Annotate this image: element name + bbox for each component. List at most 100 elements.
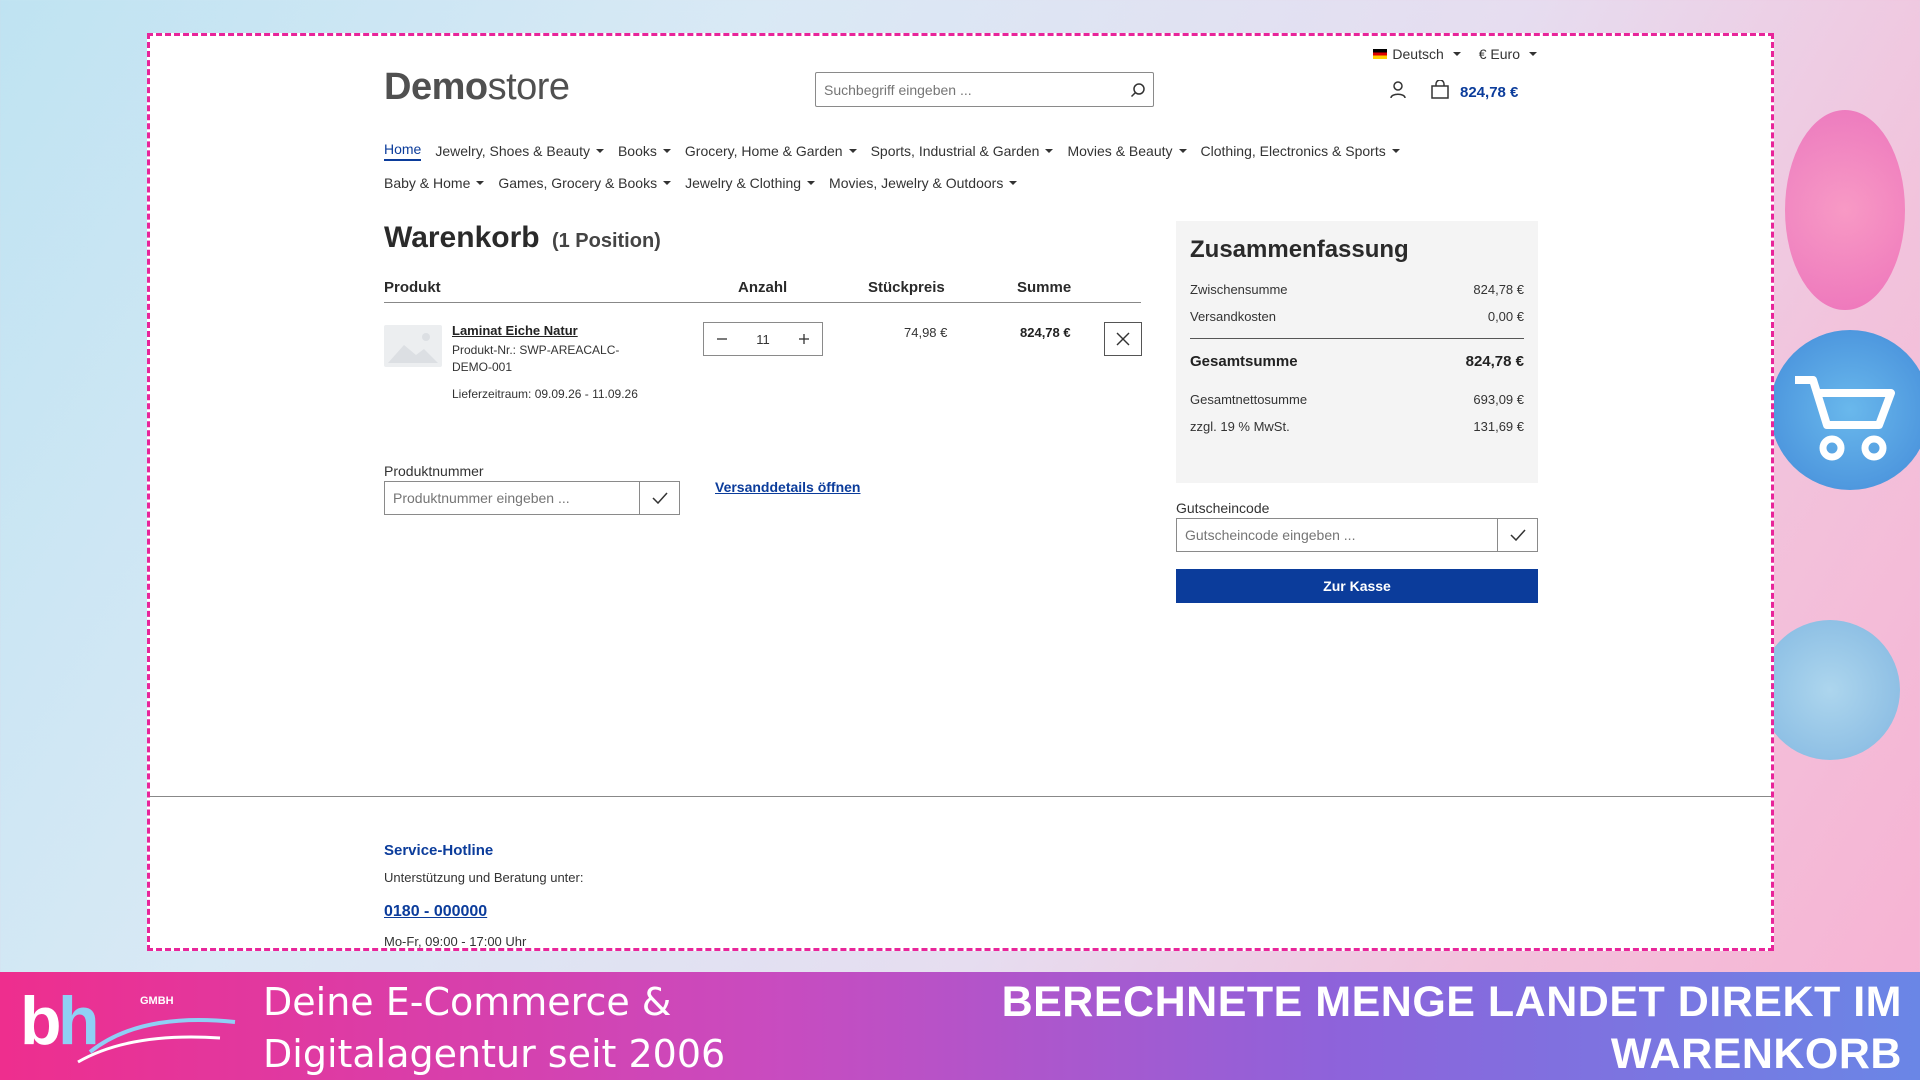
nav-item-label: Books <box>617 143 657 159</box>
nav-item-label: Movies & Beauty <box>1067 143 1173 159</box>
search-icon[interactable] <box>1123 73 1153 106</box>
unit-price: 74,98 € <box>904 325 948 340</box>
nav-item-movies-jewelry-outdoors[interactable]: Movies, Jewelry & Outdoors <box>829 175 1018 191</box>
summary-grand-total-row: Gesamtsumme 824,78 € <box>1190 353 1524 370</box>
quantity-value[interactable]: 11 <box>756 332 770 347</box>
voucher-form <box>1176 518 1538 552</box>
shipping-details-link[interactable]: Versanddetails öffnen <box>715 479 860 495</box>
nav-item-movies-beauty[interactable]: Movies & Beauty <box>1067 141 1187 161</box>
main-nav-row-1: Home Jewelry, Shoes & Beauty Books Groce… <box>384 141 1400 161</box>
hotline-hours: Mo-Fr, 09:00 - 17:00 Uhr <box>384 934 527 949</box>
column-header-quantity: Anzahl <box>738 279 788 296</box>
account-icon[interactable] <box>1388 80 1408 105</box>
decrease-quantity-button[interactable] <box>704 323 740 355</box>
shopping-cart-icon <box>1795 376 1895 461</box>
checkmark-icon <box>1509 529 1526 541</box>
remove-item-button[interactable] <box>1104 322 1142 356</box>
shipping-value: 0,00 € <box>1487 309 1524 324</box>
image-placeholder-icon <box>388 333 438 363</box>
grand-total-label: Gesamtsumme <box>1190 353 1298 370</box>
nav-item-grocery-home-garden[interactable]: Grocery, Home & Garden <box>685 141 857 161</box>
nav-item-jewelry-shoes-beauty[interactable]: Jewelry, Shoes & Beauty <box>435 141 604 161</box>
search-input[interactable] <box>816 73 1123 106</box>
hotline-phone-link[interactable]: 0180 - 000000 <box>384 903 487 921</box>
add-product-number-button[interactable] <box>639 482 679 514</box>
svg-text:b: b <box>20 983 62 1059</box>
summary-vat-row: zzgl. 19 % MwSt. 131,69 € <box>1190 419 1524 434</box>
voucher-label: Gutscheincode <box>1176 500 1270 516</box>
german-flag-icon <box>1373 49 1388 59</box>
nav-item-label: Clothing, Electronics & Sports <box>1200 143 1386 159</box>
product-sku: Produkt-Nr.: SWP-AREACALC-DEMO-001 <box>452 343 620 374</box>
nav-item-books[interactable]: Books <box>618 141 671 161</box>
screenshot-frame: Deutsch € Euro Demostore 824,78 <box>147 33 1774 951</box>
svg-text:GMBH: GMBH <box>140 995 174 1007</box>
nav-item-label: Sports, Industrial & Garden <box>870 143 1040 159</box>
header-cart-total[interactable]: 824,78 € <box>1460 84 1518 101</box>
summary-subtotal-row: Zwischensumme 824,78 € <box>1190 282 1524 297</box>
service-hotline-subtitle: Unterstützung und Beratung unter: <box>384 870 584 885</box>
nav-item-label: Baby & Home <box>384 175 471 191</box>
chevron-down-icon <box>1009 181 1018 185</box>
nav-item-label: Jewelry, Shoes & Beauty <box>435 143 590 159</box>
bh-agency-logo: b h GMBH <box>20 983 236 1064</box>
product-number-label: Produktnummer <box>384 463 484 479</box>
cart-position-count: (1 Position) <box>551 230 661 252</box>
quantity-stepper: 11 <box>703 322 823 356</box>
nav-item-sports-industrial-garden[interactable]: Sports, Industrial & Garden <box>871 141 1054 161</box>
shipping-label: Versandkosten <box>1190 309 1277 324</box>
logo-light: store <box>487 66 570 108</box>
plus-icon <box>799 334 809 344</box>
apply-voucher-button[interactable] <box>1497 519 1537 551</box>
header-actions: 824,78 € <box>1388 79 1518 105</box>
tagline-line-1: Deine E-Commerce & <box>263 980 672 1024</box>
nav-item-label: Home <box>384 141 422 157</box>
nav-item-clothing-electronics-sports[interactable]: Clothing, Electronics & Sports <box>1201 141 1400 161</box>
close-icon <box>1116 332 1130 346</box>
delivery-period: Lieferzeitraum: 09.09.26 - 11.09.26 <box>452 387 638 401</box>
headline-line-2: WARENKORB <box>1610 1030 1902 1078</box>
nav-item-label: Grocery, Home & Garden <box>684 143 843 159</box>
column-header-product: Produkt <box>384 279 441 296</box>
currency-selector[interactable]: € Euro <box>1479 46 1537 62</box>
store-logo[interactable]: Demostore <box>384 66 570 109</box>
subtotal-label: Zwischensumme <box>1190 282 1288 297</box>
agency-tagline: Deine E-Commerce & Digitalagentur seit 2… <box>263 976 725 1080</box>
checkout-button[interactable]: Zur Kasse <box>1176 569 1538 603</box>
nav-item-games-grocery-books[interactable]: Games, Grocery & Books <box>498 175 672 191</box>
cart-bag-icon[interactable] <box>1430 79 1450 105</box>
nav-item-home[interactable]: Home <box>384 141 422 161</box>
background-decoration <box>1760 620 1900 760</box>
chevron-down-icon <box>807 181 816 185</box>
subtotal-value: 824,78 € <box>1473 282 1524 297</box>
product-name-link[interactable]: Laminat Eiche Natur <box>452 323 578 338</box>
product-number-input[interactable] <box>385 482 639 514</box>
chevron-down-icon <box>1178 149 1187 153</box>
product-thumbnail[interactable] <box>384 325 442 367</box>
chevron-down-icon <box>1391 149 1400 153</box>
vat-label: zzgl. 19 % MwSt. <box>1190 419 1290 434</box>
chevron-down-icon <box>663 181 672 185</box>
logo-bold: Demo <box>384 66 488 108</box>
search-bar <box>815 72 1154 107</box>
language-selector[interactable]: Deutsch <box>1373 46 1461 62</box>
tagline-line-2: Digitalagentur seit 2006 <box>263 1032 726 1076</box>
currency-label: € Euro <box>1478 46 1520 62</box>
voucher-input[interactable] <box>1177 519 1497 551</box>
nav-item-jewelry-clothing[interactable]: Jewelry & Clothing <box>685 175 816 191</box>
order-summary: Zusammenfassung Zwischensumme 824,78 € V… <box>1176 221 1538 483</box>
increase-quantity-button[interactable] <box>786 323 822 355</box>
cart-table-header: Produkt Anzahl Stückpreis Summe <box>384 279 1141 303</box>
net-total-value: 693,09 € <box>1473 392 1524 407</box>
topbar: Deutsch € Euro <box>1373 46 1537 62</box>
nav-item-baby-home[interactable]: Baby & Home <box>384 175 485 191</box>
summary-title: Zusammenfassung <box>1190 236 1409 263</box>
background-decoration <box>1785 110 1905 310</box>
banner-headline: BERECHNETE MENGE LANDET DIREKT IM WARENK… <box>1002 976 1902 1080</box>
footer-divider <box>150 796 1771 797</box>
chevron-down-icon <box>1452 52 1461 56</box>
chevron-down-icon <box>848 149 857 153</box>
main-nav-row-2: Baby & Home Games, Grocery & Books Jewel… <box>384 175 1018 191</box>
grand-total-value: 824,78 € <box>1465 353 1524 370</box>
chevron-down-icon <box>1045 149 1054 153</box>
